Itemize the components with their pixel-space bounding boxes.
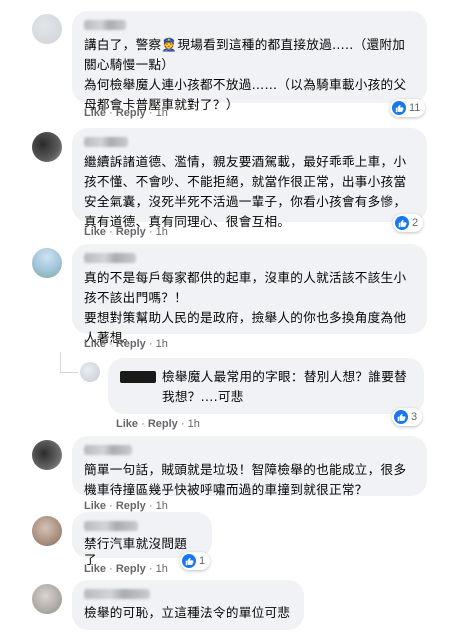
thread-line [60,372,78,373]
reaction-count[interactable]: 3 [392,408,423,426]
timestamp[interactable]: 1h [156,500,168,512]
avatar[interactable] [32,248,62,278]
reaction-number: 3 [411,411,418,423]
separator: · [109,226,113,238]
like-reaction-icon [182,554,196,568]
comment-bubble: 真的不是每戶每家都供的起車，沒車的人就活該不該生小孩不該出門嗎？！ 要想對策幫助… [72,244,427,345]
author-name[interactable] [84,521,138,531]
reply-button[interactable]: Reply [148,418,178,430]
comment-text: 繼續訴諸道德、濫情，親友要酒駕載，最好乖乖上車，小孩不懂、不會吵、不能拒絕，就當… [84,154,407,229]
like-button[interactable]: Like [84,500,106,512]
timestamp[interactable]: 1h [188,418,200,430]
reply-button[interactable]: Reply [116,226,146,238]
author-name[interactable] [120,371,156,383]
comment-bubble: 簡單一句話，賊頭就是垃圾！智障檢舉的也能成立，很多機車待撞區幾乎快被呼嘯而過的車… [72,436,427,497]
like-button[interactable]: Like [116,418,138,430]
timestamp[interactable]: 1h [156,338,168,350]
comment-actions: Like · Reply · 1h [84,338,168,350]
like-button[interactable]: Like [84,338,106,350]
avatar[interactable] [32,14,62,44]
comment-text: 講白了，警察👮現場看到這種的都直接放過.....（還附加關心騎慢一點） 為何檢舉… [84,37,407,112]
separator: · [148,226,153,238]
reply-button[interactable]: Reply [116,338,146,350]
timestamp[interactable]: 1h [156,107,168,119]
separator: · [109,338,113,350]
comment-bubble: 檢舉的可恥，立這種法令的單位可悲 [72,580,304,630]
thread-line [60,352,61,372]
separator: · [148,338,153,350]
reaction-number: 2 [412,217,419,229]
comment-bubble: 講白了，警察👮現場看到這種的都直接放過.....（還附加關心騎慢一點） 為何檢舉… [72,11,427,112]
like-reaction-icon [394,410,408,424]
separator: · [141,418,145,430]
reaction-count[interactable]: 2 [393,214,424,232]
avatar[interactable] [32,516,62,546]
separator: · [109,107,113,119]
like-reaction-icon [395,216,409,230]
reaction-number: 1 [199,555,206,567]
reaction-count[interactable]: 1 [180,552,211,570]
author-name[interactable] [84,20,126,30]
reply-button[interactable]: Reply [116,500,146,512]
comment-text: 檢舉的可恥，立這種法令的單位可悲 [84,605,291,620]
comment-text: 簡單一句話，賊頭就是垃圾！智障檢舉的也能成立，很多機車待撞區幾乎快被呼嘯而過的車… [84,462,407,497]
reply-text: 檢舉魔人最常用的字眼：替別人想？誰要替我想？....可悲 [162,369,407,404]
avatar[interactable] [32,132,62,162]
avatar[interactable] [80,362,100,382]
separator: · [148,563,153,575]
separator: · [109,500,113,512]
like-reaction-icon [392,101,406,115]
comment-actions: Like · Reply · 1h [84,226,168,238]
author-name[interactable] [84,253,136,263]
reply-button[interactable]: Reply [116,563,146,575]
comment-actions: Like · Reply · 1h [84,500,168,512]
comment-actions: Like · Reply · 1h [116,418,200,430]
like-button[interactable]: Like [84,563,106,575]
comment-actions: Like · Reply · 1h [84,107,168,119]
separator: · [148,500,153,512]
separator: · [148,107,153,119]
like-button[interactable]: Like [84,226,106,238]
author-name[interactable] [84,445,132,455]
reply-button[interactable]: Reply [116,107,146,119]
like-button[interactable]: Like [84,107,106,119]
comment-text: 檢舉魔人最常用的字眼：替別人想？誰要替我想？....可悲 [120,367,412,407]
comment-text: 真的不是每戶每家都供的起車，沒車的人就活該不該生小孩不該出門嗎？！ 要想對策幫助… [84,270,407,345]
separator: · [180,418,185,430]
reaction-count[interactable]: 11 [390,99,426,117]
avatar[interactable] [32,440,62,470]
author-name[interactable] [84,137,128,147]
comment-bubble: 繼續訴諸道德、濫情，親友要酒駕載，最好乖乖上車，小孩不懂、不會吵、不能拒絕，就當… [72,128,427,229]
separator: · [109,563,113,575]
author-name[interactable] [84,589,150,599]
comment-bubble: 檢舉魔人最常用的字眼：替別人想？誰要替我想？....可悲 [108,358,424,414]
avatar[interactable] [32,584,62,614]
timestamp[interactable]: 1h [156,563,168,575]
comment-actions: Like · Reply · 1h [84,563,168,575]
timestamp[interactable]: 1h [156,226,168,238]
reaction-number: 11 [409,102,421,114]
